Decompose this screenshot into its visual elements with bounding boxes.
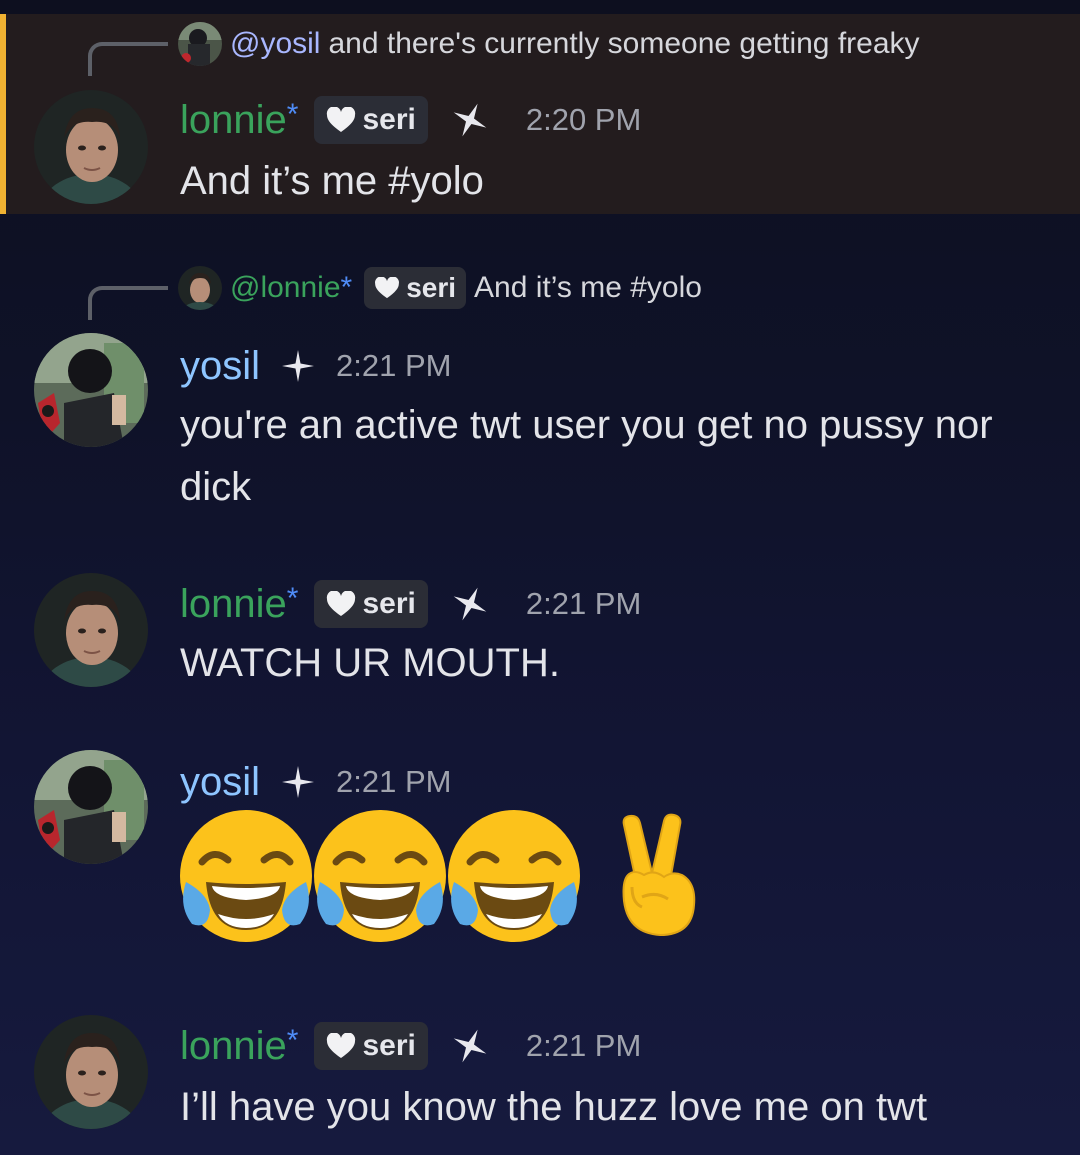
author-suffix: * bbox=[286, 581, 299, 615]
guild-tag-label: seri bbox=[362, 1029, 416, 1062]
heart-icon bbox=[327, 1033, 356, 1058]
face-with-tears-of-joy-icon bbox=[314, 810, 446, 942]
avatar-yosil[interactable] bbox=[34, 333, 148, 447]
message-content: WATCH UR MOUTH. bbox=[180, 641, 560, 685]
author-name[interactable]: yosil bbox=[180, 760, 260, 805]
guild-tag[interactable]: seri bbox=[314, 580, 428, 628]
victory-hand-icon bbox=[622, 813, 696, 937]
author-name[interactable]: yosil bbox=[180, 344, 260, 389]
guild-tag-label: seri bbox=[406, 272, 457, 303]
sparkle-icon bbox=[278, 346, 318, 386]
sparkle-icon bbox=[450, 100, 490, 140]
reply-avatar-lonnie bbox=[178, 266, 222, 310]
sparkle-icon bbox=[278, 762, 318, 802]
reply-mention[interactable]: @yosil bbox=[230, 27, 320, 61]
timestamp: 2:21 PM bbox=[336, 348, 452, 383]
timestamp: 2:21 PM bbox=[336, 764, 452, 799]
sparkle-icon bbox=[450, 584, 490, 624]
message-header: lonnie* seri 2:21 PM bbox=[180, 1016, 641, 1076]
message-content: I’ll have you know the huzz love me on t… bbox=[180, 1085, 928, 1129]
sparkle-icon bbox=[450, 1026, 490, 1066]
avatar-yosil[interactable] bbox=[34, 750, 148, 864]
reply-connector bbox=[88, 286, 168, 320]
avatar-lonnie[interactable] bbox=[34, 1015, 148, 1129]
reply-text: and there's currently someone getting fr… bbox=[328, 27, 920, 60]
face-with-tears-of-joy-icon bbox=[180, 810, 312, 942]
heart-icon bbox=[327, 107, 356, 132]
heart-icon bbox=[327, 591, 356, 616]
guild-tag[interactable]: seri bbox=[314, 96, 428, 144]
reply-mention[interactable]: @lonnie* bbox=[230, 271, 352, 305]
reply-text: And it’s me #yolo bbox=[474, 271, 702, 304]
author-name-text[interactable]: lonnie bbox=[180, 582, 287, 626]
author-name[interactable]: lonnie* bbox=[180, 582, 298, 627]
message-header: yosil 2:21 PM bbox=[180, 752, 451, 812]
emoji-content bbox=[178, 806, 712, 946]
avatar-lonnie[interactable] bbox=[34, 573, 148, 687]
message-content: you're an active twt user you get no pus… bbox=[180, 403, 993, 509]
timestamp: 2:21 PM bbox=[525, 586, 642, 621]
mention-highlight-bar bbox=[0, 14, 6, 214]
author-suffix: * bbox=[286, 1023, 299, 1057]
guild-tag-label: seri bbox=[362, 103, 416, 136]
author-name-text[interactable]: lonnie bbox=[180, 1024, 287, 1068]
timestamp: 2:21 PM bbox=[525, 1028, 642, 1063]
reply-mention-suffix: * bbox=[340, 271, 353, 304]
guild-tag-label: seri bbox=[362, 587, 416, 620]
message-header: lonnie* seri 2:21 PM bbox=[180, 574, 641, 634]
author-name[interactable]: lonnie* bbox=[180, 1024, 298, 1069]
timestamp: 2:20 PM bbox=[525, 102, 642, 137]
reply-preview[interactable]: @lonnie* seri And it’s me #yolo bbox=[178, 266, 702, 310]
author-suffix: * bbox=[286, 97, 299, 131]
message-header: yosil 2:21 PM bbox=[180, 336, 451, 396]
author-name[interactable]: lonnie* bbox=[180, 98, 298, 143]
avatar-lonnie[interactable] bbox=[34, 90, 148, 204]
reply-mention-text[interactable]: @lonnie bbox=[230, 271, 341, 304]
reply-guild-tag[interactable]: seri bbox=[364, 267, 467, 309]
reply-preview[interactable]: @yosil and there's currently someone get… bbox=[178, 22, 920, 66]
author-name-text[interactable]: lonnie bbox=[180, 98, 287, 142]
guild-tag[interactable]: seri bbox=[314, 1022, 428, 1070]
message-header: lonnie* seri 2:20 PM bbox=[180, 90, 641, 150]
message-content: And it’s me #yolo bbox=[180, 159, 484, 203]
reply-connector bbox=[88, 42, 168, 76]
heart-icon bbox=[375, 277, 400, 299]
reply-avatar-yosil bbox=[178, 22, 222, 66]
face-with-tears-of-joy-icon bbox=[448, 810, 580, 942]
